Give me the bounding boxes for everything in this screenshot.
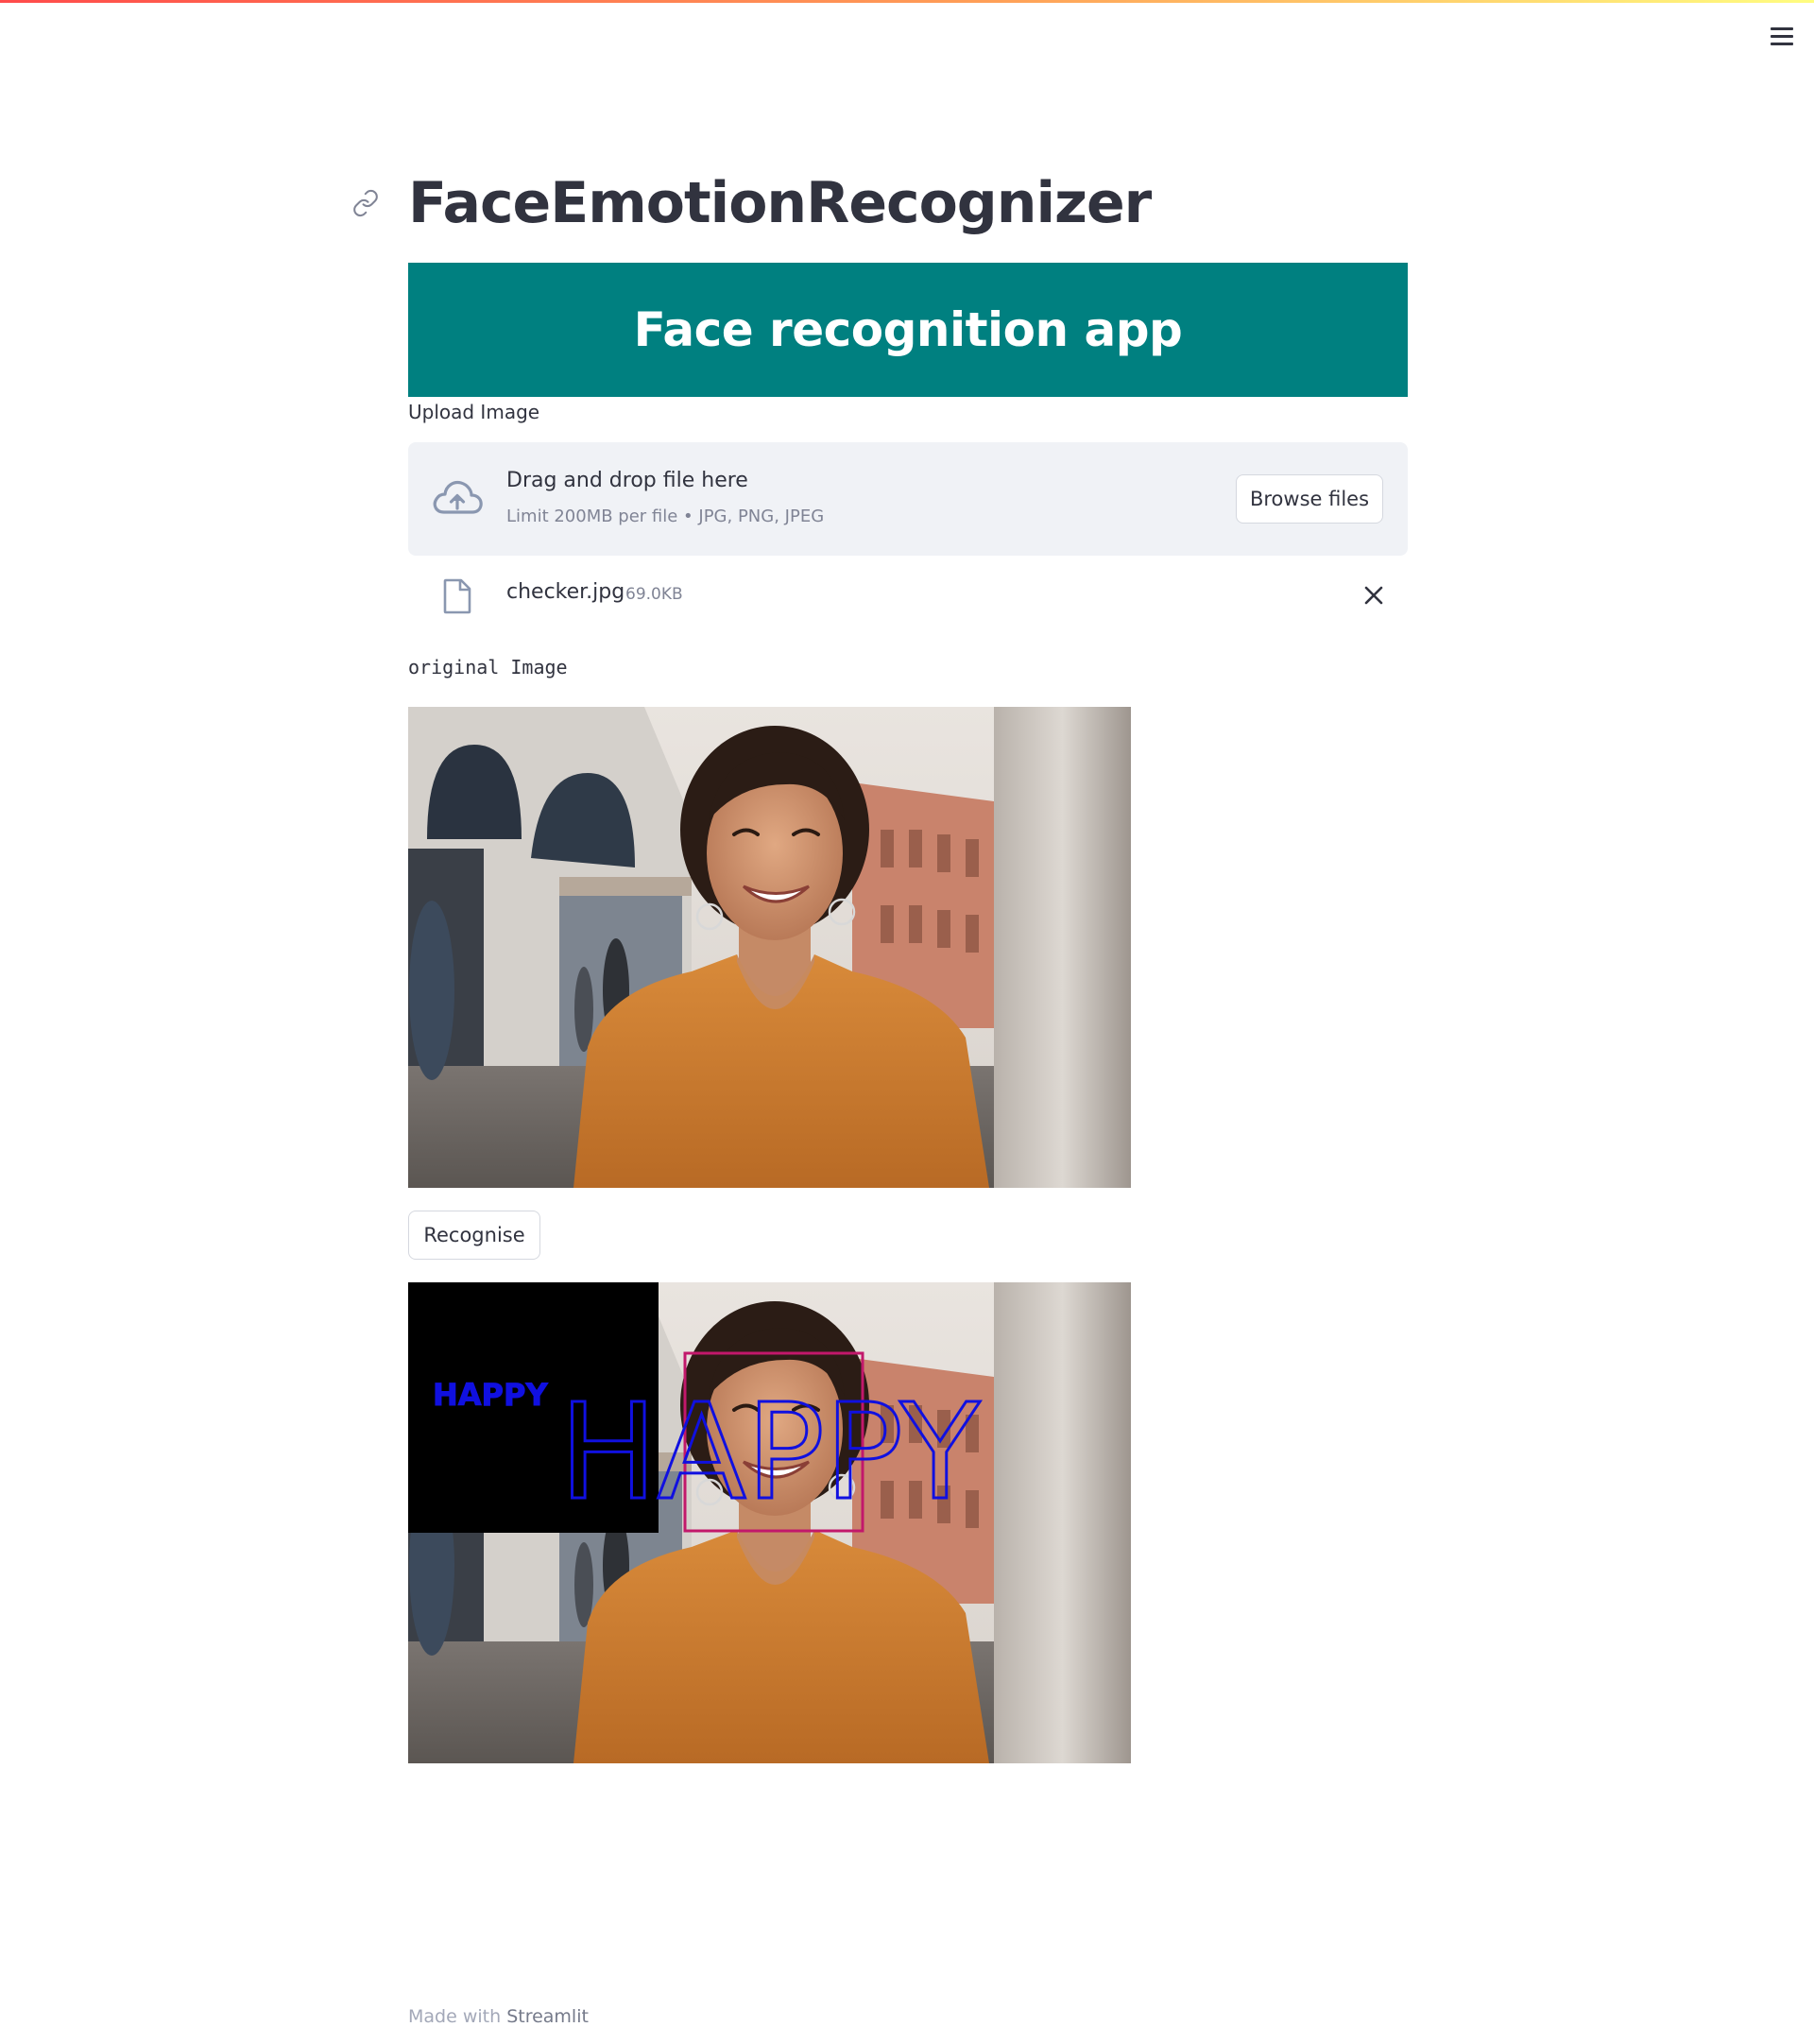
file-dropzone[interactable]: Drag and drop file here Limit 200MB per … — [408, 442, 1408, 556]
uploaded-file-name: checker.jpg — [506, 580, 625, 604]
browse-files-button[interactable]: Browse files — [1236, 474, 1383, 524]
banner-heading: Face recognition app — [633, 302, 1183, 357]
streamlit-link[interactable]: Streamlit — [506, 2006, 589, 2027]
menu-icon-bar — [1771, 26, 1793, 30]
page-title: FaceEmotionRecognizer — [408, 170, 1152, 236]
file-icon — [443, 578, 471, 614]
app-banner: Face recognition app — [408, 263, 1408, 397]
footer-prefix: Made with — [408, 2006, 502, 2027]
recognise-button[interactable]: Recognise — [408, 1211, 540, 1260]
cloud-upload-icon — [433, 480, 483, 514]
dropzone-instruction: Drag and drop file here — [506, 469, 748, 492]
uploaded-file-row: checker.jpg 69.0KB — [408, 571, 1408, 620]
close-icon[interactable] — [1355, 576, 1393, 614]
link-icon[interactable] — [351, 189, 380, 217]
uploaded-file-size: 69.0KB — [625, 585, 683, 604]
upload-label: Upload Image — [408, 401, 540, 423]
emotion-label-large: HAPPY — [559, 1376, 980, 1530]
dropzone-limits: Limit 200MB per file • JPG, PNG, JPEG — [506, 507, 825, 526]
original-image-label: original Image — [408, 656, 568, 678]
emotion-label-small: HAPPY — [433, 1377, 548, 1413]
menu-icon-bar — [1771, 42, 1793, 45]
main-menu-button[interactable] — [1763, 21, 1801, 51]
original-image — [408, 707, 1131, 1188]
footer: Made with Streamlit — [408, 2006, 589, 2027]
menu-icon-bar — [1771, 34, 1793, 38]
app-top-accent-bar — [0, 0, 1814, 3]
result-image: HAPPY HAPPY — [408, 1282, 1131, 1763]
